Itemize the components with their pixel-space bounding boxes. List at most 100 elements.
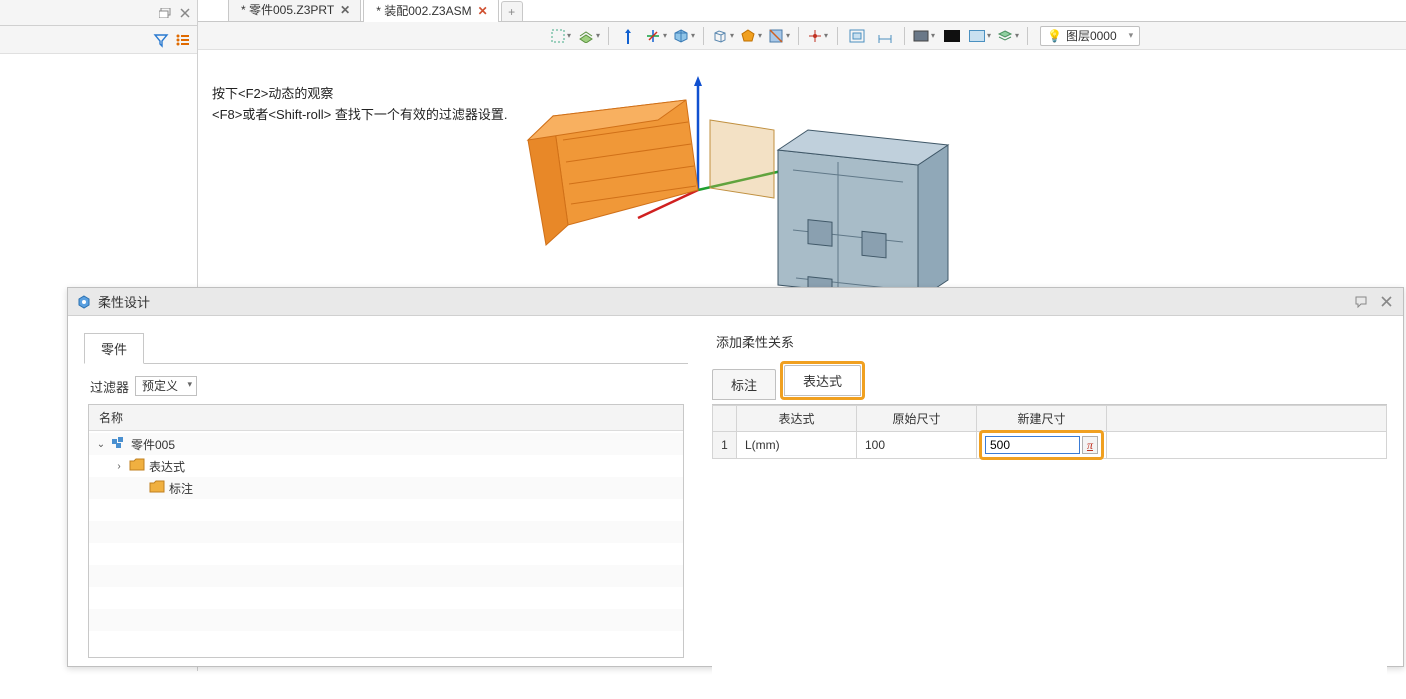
doc-tab-assembly002[interactable]: * 装配002.Z3ASM ✕	[363, 0, 498, 22]
filter-select[interactable]: 预定义	[135, 376, 197, 396]
tab-label: 零件	[101, 342, 127, 357]
separator	[608, 27, 609, 45]
tree-row-empty	[89, 565, 683, 587]
flexible-design-dialog: 柔性设计 零件 过滤器 预定义 名称	[67, 287, 1404, 667]
left-panel-header	[0, 0, 197, 26]
tree-row-empty	[89, 631, 683, 653]
separator	[837, 27, 838, 45]
sheet-icon[interactable]	[576, 25, 602, 47]
color-blue-icon[interactable]	[967, 25, 993, 47]
bulb-icon: 💡	[1047, 29, 1062, 43]
tab-expression[interactable]: 表达式	[784, 365, 861, 396]
layer-selector[interactable]: 💡 图层0000 ▾	[1040, 26, 1140, 46]
grid-blank-area	[712, 459, 1387, 699]
doc-tab-label: * 零件005.Z3PRT	[241, 1, 334, 18]
expression-grid: 表达式 原始尺寸 新建尺寸 1 L(mm) 100	[712, 405, 1387, 459]
cell-remainder	[1107, 432, 1387, 459]
hint-line: 按下<F2>动态的观察	[212, 84, 507, 105]
col-rownum	[713, 406, 737, 432]
viewport-toolbar: 💡 图层0000 ▾	[198, 22, 1406, 50]
tree-label: 零件005	[131, 436, 175, 453]
add-tab-button[interactable]: +	[501, 1, 523, 21]
new-size-input[interactable]	[985, 436, 1080, 454]
tree-label: 表达式	[149, 458, 185, 475]
dialog-icon	[76, 294, 92, 310]
tree-row-annotation[interactable]: 标注	[89, 477, 683, 499]
cell-rownum: 1	[713, 432, 737, 459]
parts-tree: 名称 ⌄ 零件005 › 表达式	[88, 404, 684, 658]
cell-original-size: 100	[857, 432, 977, 459]
tree-row-empty	[89, 543, 683, 565]
parts-tab-strip: 零件	[84, 332, 688, 364]
section-view-icon[interactable]	[766, 25, 792, 47]
left-toolbar	[0, 26, 197, 54]
layer-label: 图层0000	[1066, 27, 1117, 44]
dialog-left-panel: 零件 过滤器 预定义 名称 ⌄ 零件005	[84, 332, 688, 658]
plane-icon[interactable]	[844, 25, 870, 47]
tree-row-empty	[89, 499, 683, 521]
col-original-size: 原始尺寸	[857, 406, 977, 432]
coord-system-icon[interactable]	[643, 25, 669, 47]
grid-row[interactable]: 1 L(mm) 100 π	[713, 432, 1387, 459]
shaded-poly-icon[interactable]	[738, 25, 764, 47]
dialog-titlebar[interactable]: 柔性设计	[68, 288, 1403, 316]
pi-button[interactable]: π	[1082, 436, 1098, 454]
render-mode-icon[interactable]	[911, 25, 937, 47]
tree-row-expression[interactable]: › 表达式	[89, 455, 683, 477]
tab-label: 表达式	[803, 374, 842, 389]
axis-z-icon[interactable]	[615, 25, 641, 47]
col-new-size: 新建尺寸	[977, 406, 1107, 432]
highlight-box: 表达式	[780, 361, 865, 400]
section-title: 添加柔性关系	[716, 332, 1387, 351]
tab-label: 标注	[731, 378, 757, 393]
tree-row-empty	[89, 521, 683, 543]
filter-icon[interactable]	[153, 32, 169, 48]
separator	[904, 27, 905, 45]
tree-header-name: 名称	[89, 405, 683, 431]
list-icon[interactable]	[175, 32, 191, 48]
separator	[1027, 27, 1028, 45]
tree-toggle-icon[interactable]: ›	[113, 461, 125, 472]
tab-annotation[interactable]: 标注	[712, 369, 776, 400]
dialog-title: 柔性设计	[98, 292, 1347, 311]
panel-close-icon[interactable]	[177, 5, 193, 21]
filter-value: 预定义	[142, 379, 178, 393]
col-remainder	[1107, 406, 1387, 432]
cell-expression[interactable]: L(mm)	[737, 432, 857, 459]
select-mode-icon[interactable]	[548, 25, 574, 47]
doc-tab-part005[interactable]: * 零件005.Z3PRT ✕	[228, 0, 361, 21]
tree-row-empty	[89, 609, 683, 631]
filter-row: 过滤器 预定义	[90, 376, 684, 396]
tree-row-part[interactable]: ⌄ 零件005	[89, 433, 683, 455]
dimension-icon[interactable]	[872, 25, 898, 47]
tree-label: 标注	[169, 480, 193, 497]
wireframe-cube-icon[interactable]	[710, 25, 736, 47]
dialog-right-panel: 添加柔性关系 标注 表达式 表达式 原始尺寸	[712, 332, 1387, 658]
isometric-cube-icon[interactable]	[671, 25, 697, 47]
origin-point-icon[interactable]	[805, 25, 831, 47]
chevron-down-icon: ▾	[1129, 30, 1134, 41]
doc-tab-label: * 装配002.Z3ASM	[376, 2, 471, 19]
close-icon[interactable]: ✕	[340, 3, 350, 17]
hint-line: <F8>或者<Shift-roll> 查找下一个有效的过滤器设置.	[212, 105, 507, 126]
layers-stack-icon[interactable]	[995, 25, 1021, 47]
filter-label: 过滤器	[90, 377, 129, 396]
document-tab-strip: * 零件005.Z3PRT ✕ * 装配002.Z3ASM ✕ +	[198, 0, 1406, 22]
color-black-icon[interactable]	[939, 25, 965, 47]
cell-new-size[interactable]: π	[977, 432, 1107, 459]
expression-grid-wrap: 表达式 原始尺寸 新建尺寸 1 L(mm) 100	[712, 404, 1387, 699]
folder-icon	[149, 480, 165, 496]
close-icon[interactable]: ✕	[478, 4, 488, 18]
part-icon	[111, 436, 127, 452]
tab-parts[interactable]: 零件	[84, 333, 144, 364]
separator	[798, 27, 799, 45]
panel-restore-icon[interactable]	[157, 5, 173, 21]
tree-row-empty	[89, 587, 683, 609]
folder-icon	[129, 458, 145, 474]
dialog-close-icon[interactable]	[1377, 293, 1395, 311]
col-expression: 表达式	[737, 406, 857, 432]
relation-tab-strip: 标注 表达式	[712, 361, 1387, 400]
hint-text: 按下<F2>动态的观察 <F8>或者<Shift-roll> 查找下一个有效的过…	[212, 84, 507, 126]
tree-toggle-icon[interactable]: ⌄	[95, 439, 107, 450]
dialog-help-icon[interactable]	[1353, 293, 1371, 311]
